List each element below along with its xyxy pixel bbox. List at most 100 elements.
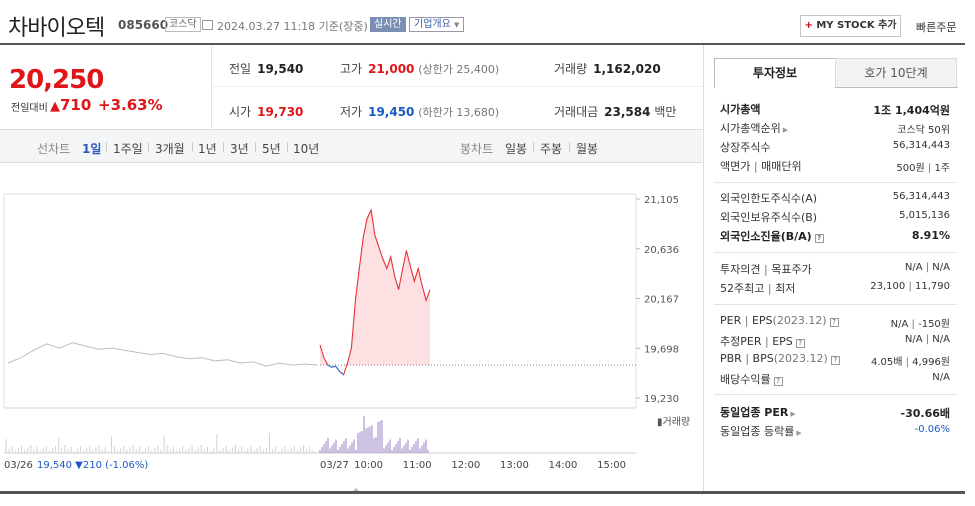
stock-code: 085660: [118, 18, 169, 32]
quick-order-button[interactable]: 빠른주문: [916, 19, 956, 35]
y-tick-label: 21,105: [644, 195, 679, 206]
period-3y[interactable]: 3년: [230, 140, 249, 157]
period-separator: [533, 142, 534, 152]
chevron-right-icon: ▶: [790, 410, 796, 418]
period-5y[interactable]: 5년: [262, 140, 281, 157]
bottom-divider: [0, 491, 965, 494]
period-separator: [223, 142, 224, 152]
add-mystock-button[interactable]: + MY STOCK 추가: [800, 15, 901, 37]
industry-per-link[interactable]: 동일업종 PER ▶: [720, 404, 796, 420]
chevron-right-icon: ▶: [796, 429, 802, 437]
stock-name: 차바이오텍: [8, 16, 105, 41]
quote-stats: 전일 19,540 고가 21,000 (상한가 25,400) 거래량 1,162,…: [212, 45, 702, 129]
prev-day-line: [7, 342, 319, 367]
stock-header: 차바이오텍 085660 코스닥 2024.03.27 11:18 기준(장중)…: [0, 0, 975, 44]
industry-section: 동일업종 PER ▶ -30.66배 동일업종 등락률 ▶ -0.06%: [720, 402, 950, 440]
period-3m[interactable]: 3개월: [155, 140, 185, 157]
valuation-section: PER | EPS(2023.12)? N/A | -150원 추정PER | E…: [720, 312, 950, 388]
info-tabs: 투자정보 호가 10단계: [714, 58, 958, 88]
volume: 거래량 1,162,020: [554, 62, 661, 76]
y-tick-label: 20,167: [644, 295, 679, 306]
par-unit-row: 액면가 | 매매단위 500원 | 1주: [720, 160, 950, 174]
help-icon[interactable]: ?: [829, 318, 839, 327]
prev-day-close: 19,540 ▼210 (-1.06%): [37, 460, 148, 471]
chart-period-bar: 선차트 1일 1주일 3개월 1년 3년 5년 10년 봉차트 일봉 주봉 월봉: [0, 129, 702, 163]
investment-info-panel: 투자정보 호가 10단계 시가총액 1조 1,404억원 시가총액순위 ▶ 코스닥 5…: [703, 45, 965, 491]
open-price: 시가 19,730: [229, 105, 304, 119]
period-separator: [569, 142, 570, 152]
current-price-box: 20,250 전일대비 ▲710 +3.63%: [0, 45, 212, 129]
quote-datetime: 2024.03.27 11:18 기준(장중): [217, 20, 368, 33]
x-tick-label: 15:00: [597, 460, 626, 471]
help-icon[interactable]: ?: [814, 234, 824, 243]
x-tick-label: 11:00: [403, 460, 432, 471]
price-chart[interactable]: 21,105 20,636 20,167 19,698 19,230 ▮거래량 03/27 1…: [0, 163, 702, 493]
line-chart-label: 선차트: [37, 142, 71, 156]
tab-investment-info[interactable]: 투자정보: [714, 58, 836, 88]
today-below-prev-line: [327, 364, 344, 376]
foreign-limit-row: 외국인한도주식수(A) 56,314,443: [720, 191, 950, 205]
help-icon[interactable]: ?: [773, 377, 783, 386]
trade-amount: 거래대금 23,584 백만: [554, 105, 677, 119]
x-tick-label: 13:00: [500, 460, 529, 471]
company-overview-button[interactable]: 기업개요 ▼: [409, 17, 465, 32]
calendar-icon: [202, 20, 213, 30]
x-tick-label: 14:00: [549, 460, 578, 471]
industry-rate-row: 동일업종 등락률 ▶ -0.06%: [720, 423, 950, 439]
prev-close: 전일 19,540: [229, 62, 304, 76]
pbr-bps-row: PBR | BPS(2023.12)? 4.05배 | 4,996원: [720, 352, 950, 368]
price-chart-svg: 21,105 20,636 20,167 19,698 19,230 ▮거래량 03/27 1…: [3, 193, 690, 493]
period-separator: [287, 142, 288, 152]
price-change-percent: +3.63%: [98, 96, 163, 114]
candle-chart-label: 봉차트: [460, 142, 494, 156]
volume-legend: ▮거래량: [657, 416, 690, 428]
market-cap-section: 시가총액 1조 1,404억원 시가총액순위 ▶ 코스닥 50위 상장주식수 56,31…: [720, 99, 950, 175]
high-price: 고가 21,000 (상한가 25,400): [340, 62, 500, 76]
industry-per-row: 동일업종 PER ▶ -30.66배: [720, 404, 950, 420]
low-price: 저가 19,450 (하한가 13,680): [340, 105, 500, 119]
y-tick-label: 19,230: [644, 394, 679, 405]
tab-order-book[interactable]: 호가 10단계: [835, 58, 957, 88]
w52-row: 52주최고 | 최저 23,100 | 11,790: [720, 281, 950, 295]
y-tick-label: 20,636: [644, 245, 679, 256]
period-1w[interactable]: 1주일: [113, 140, 143, 157]
foreign-ratio-row: 외국인소진율(B/A)? 8.91%: [720, 229, 950, 243]
prev-day-date: 03/26: [4, 460, 33, 471]
x-tick-label: 03/27: [320, 460, 349, 471]
candle-monthly[interactable]: 월봉: [576, 140, 598, 157]
realtime-badge[interactable]: 실시간: [370, 17, 406, 32]
y-tick-label: 19,698: [644, 344, 679, 355]
market-rank-link[interactable]: 시가총액순위 ▶: [720, 120, 788, 136]
up-arrow-icon: ▲: [50, 99, 60, 114]
period-separator: [148, 142, 149, 152]
per-eps-row: PER | EPS(2023.12)? N/A | -150원: [720, 314, 950, 330]
shares-row: 상장주식수 56,314,443: [720, 140, 950, 154]
x-tick-label: 12:00: [451, 460, 480, 471]
candle-weekly[interactable]: 주봉: [540, 140, 562, 157]
stats-divider: [212, 86, 702, 87]
opinion-row: 투자의견 | 목표주가 N/A | N/A: [720, 262, 950, 276]
help-icon[interactable]: ?: [795, 339, 805, 348]
foreign-hold-row: 외국인보유주식수(B) 5,015,136: [720, 210, 950, 224]
period-1y[interactable]: 1년: [198, 140, 217, 157]
price-change: ▲710: [50, 96, 92, 114]
section-divider: [714, 304, 957, 305]
section-divider: [714, 182, 957, 183]
est-per-eps-row: 추정PER | EPS? N/A | N/A: [720, 334, 950, 348]
period-separator: [255, 142, 256, 152]
section-divider: [714, 252, 957, 253]
candle-daily[interactable]: 일봉: [505, 140, 527, 157]
chevron-right-icon: ▶: [782, 126, 789, 134]
chevron-down-icon: ▼: [454, 21, 460, 29]
tab-underline: [835, 87, 958, 88]
market-rank-row: 시가총액순위 ▶ 코스닥 50위: [720, 120, 950, 136]
help-icon[interactable]: ?: [830, 356, 840, 365]
period-separator: [106, 142, 107, 152]
opinion-section: 투자의견 | 목표주가 N/A | N/A 52주최고 | 최저 23,100 | …: [720, 259, 950, 297]
current-price: 20,250: [9, 65, 104, 95]
change-label: 전일대비: [11, 103, 48, 114]
period-1d[interactable]: 1일: [82, 140, 101, 157]
period-10y[interactable]: 10년: [293, 140, 319, 157]
market-cap-row: 시가총액 1조 1,404억원: [720, 103, 950, 117]
industry-rate-link[interactable]: 동일업종 등락률 ▶: [720, 423, 802, 439]
